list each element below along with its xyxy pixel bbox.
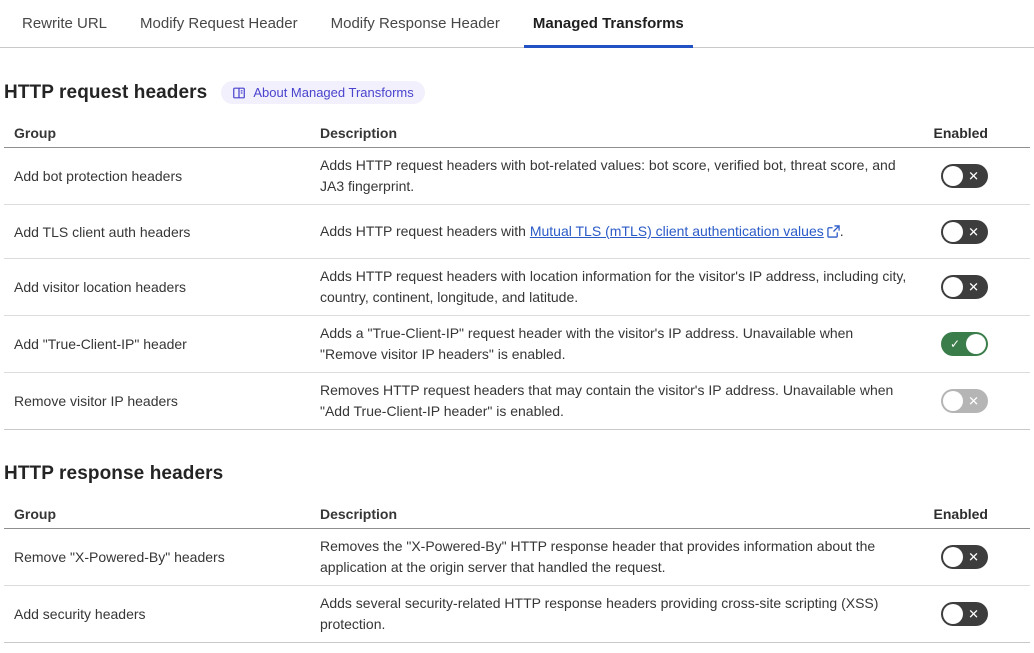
enabled-cell: ✕ — [930, 545, 1030, 569]
external-link-icon — [827, 225, 840, 238]
enabled-cell: ✓ — [930, 332, 1030, 356]
description-cell: Adds several security-related HTTP respo… — [310, 586, 930, 642]
group-cell: Remove "X-Powered-By" headers — [4, 549, 310, 565]
mtls-values-link[interactable]: Mutual TLS (mTLS) client authentication … — [530, 223, 824, 239]
table-header: Group Description Enabled — [4, 119, 1030, 148]
group-cell: Add "True-Client-IP" header — [4, 336, 310, 352]
column-header-group: Group — [4, 125, 310, 141]
managed-transforms-page: HTTP request headers About Managed Trans… — [0, 81, 1034, 643]
toggle-knob — [943, 604, 963, 624]
table-row: Add bot protection headersAdds HTTP requ… — [4, 148, 1030, 205]
column-header-group: Group — [4, 506, 310, 522]
table-header: Group Description Enabled — [4, 500, 1030, 529]
table-row: Add TLS client auth headersAdds HTTP req… — [4, 205, 1030, 259]
tab-modify-response-header[interactable]: Modify Response Header — [322, 0, 509, 47]
toggle-knob — [943, 547, 963, 567]
description-cell: Removes HTTP request headers that may co… — [310, 373, 930, 429]
description-cell: Adds HTTP request headers with bot-relat… — [310, 148, 930, 204]
table-row: Add visitor location headersAdds HTTP re… — [4, 259, 1030, 316]
table-row: Add security headersAdds several securit… — [4, 586, 1030, 643]
tab-modify-request-header[interactable]: Modify Request Header — [131, 0, 307, 47]
group-cell: Add bot protection headers — [4, 168, 310, 184]
enabled-cell: ✕ — [930, 275, 1030, 299]
section-head: HTTP request headers About Managed Trans… — [4, 81, 1030, 104]
enabled-cell: ✕ — [930, 389, 1030, 413]
tab-rewrite-url[interactable]: Rewrite URL — [13, 0, 116, 47]
toggle-add-true-client-ip-header[interactable]: ✓ — [941, 332, 988, 356]
x-icon: ✕ — [968, 225, 979, 238]
toggle-add-bot-protection-headers[interactable]: ✕ — [941, 164, 988, 188]
x-icon: ✕ — [968, 281, 979, 294]
toggle-add-visitor-location-headers[interactable]: ✕ — [941, 275, 988, 299]
table-row: Remove visitor IP headersRemoves HTTP re… — [4, 373, 1030, 430]
toggle-remove-x-powered-by-headers[interactable]: ✕ — [941, 545, 988, 569]
section-title: HTTP request headers — [4, 82, 207, 104]
toggle-knob — [943, 222, 963, 242]
toggle-knob — [943, 277, 963, 297]
tab-managed-transforms[interactable]: Managed Transforms — [524, 0, 693, 47]
book-icon — [232, 86, 246, 100]
section-http-response-headers: HTTP response headers Group Description … — [4, 463, 1030, 643]
transforms-table: Remove "X-Powered-By" headersRemoves the… — [4, 529, 1030, 643]
x-icon: ✕ — [968, 608, 979, 621]
x-icon: ✕ — [968, 170, 979, 183]
toggle-knob — [943, 391, 963, 411]
description-cell: Adds HTTP request headers with Mutual TL… — [310, 205, 930, 258]
x-icon: ✕ — [968, 395, 979, 408]
section-http-request-headers: HTTP request headers About Managed Trans… — [4, 81, 1030, 430]
transforms-table: Add bot protection headersAdds HTTP requ… — [4, 148, 1030, 430]
check-icon: ✓ — [950, 338, 960, 350]
enabled-cell: ✕ — [930, 164, 1030, 188]
section-title: HTTP response headers — [4, 463, 223, 485]
column-header-enabled: Enabled — [930, 125, 1030, 141]
about-managed-transforms-link[interactable]: About Managed Transforms — [221, 81, 424, 104]
toggle-remove-visitor-ip-headers: ✕ — [941, 389, 988, 413]
toggle-add-tls-client-auth-headers[interactable]: ✕ — [941, 220, 988, 244]
toggle-knob — [966, 334, 986, 354]
column-header-description: Description — [310, 123, 930, 144]
group-cell: Add TLS client auth headers — [4, 224, 310, 240]
description-cell: Removes the "X-Powered-By" HTTP response… — [310, 529, 930, 585]
description-cell: Adds a "True-Client-IP" request header w… — [310, 316, 930, 372]
column-header-description: Description — [310, 504, 930, 525]
section-head: HTTP response headers — [4, 463, 1030, 485]
table-row: Add "True-Client-IP" headerAdds a "True-… — [4, 316, 1030, 373]
tabs-bar: Rewrite URL Modify Request Header Modify R… — [0, 0, 1034, 48]
toggle-add-security-headers[interactable]: ✕ — [941, 602, 988, 626]
enabled-cell: ✕ — [930, 220, 1030, 244]
about-pill-label: About Managed Transforms — [253, 85, 413, 100]
toggle-knob — [943, 166, 963, 186]
group-cell: Add visitor location headers — [4, 279, 310, 295]
enabled-cell: ✕ — [930, 602, 1030, 626]
column-header-enabled: Enabled — [930, 506, 1030, 522]
group-cell: Add security headers — [4, 606, 310, 622]
group-cell: Remove visitor IP headers — [4, 393, 310, 409]
table-row: Remove "X-Powered-By" headersRemoves the… — [4, 529, 1030, 586]
description-cell: Adds HTTP request headers with location … — [310, 259, 930, 315]
x-icon: ✕ — [968, 551, 979, 564]
